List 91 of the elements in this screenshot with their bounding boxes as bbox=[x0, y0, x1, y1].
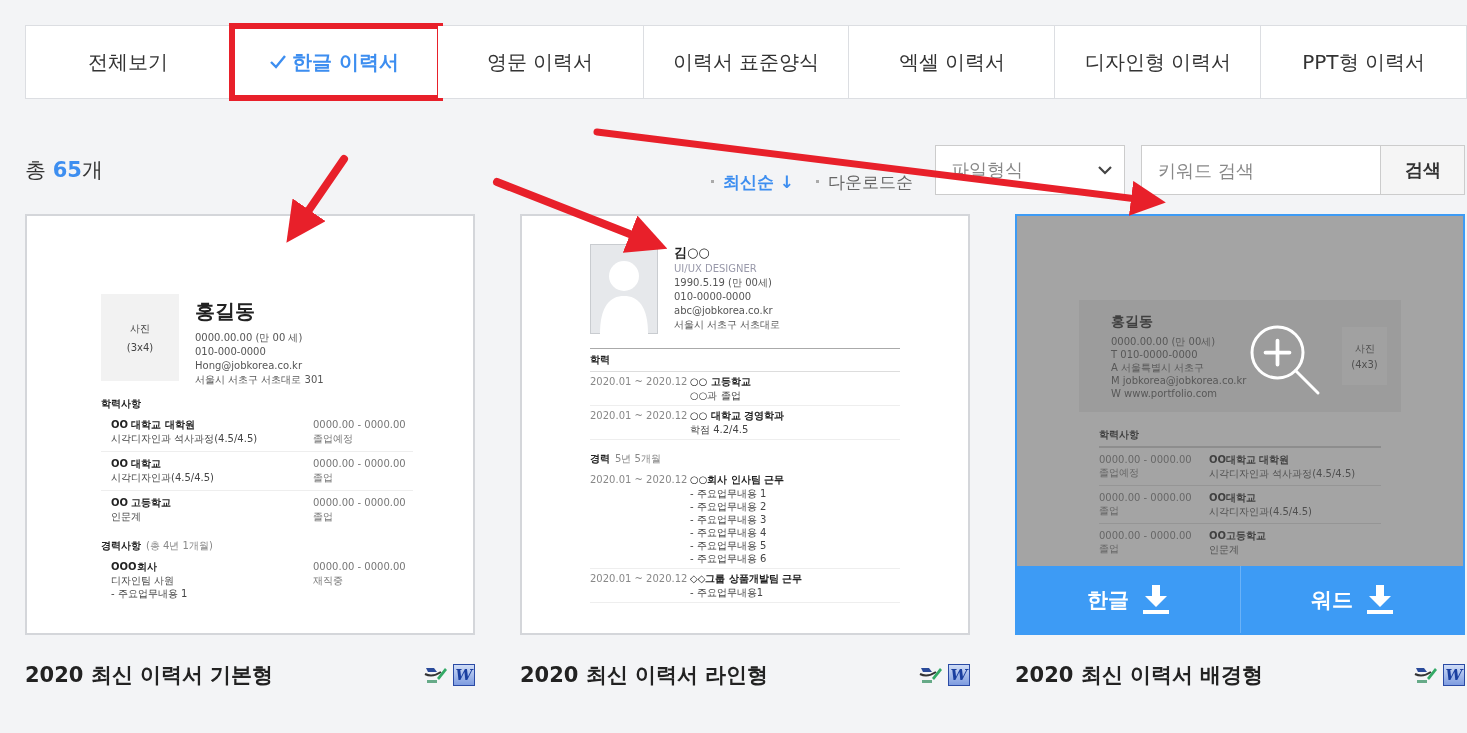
entry-date: 0000.00 - 0000.00 bbox=[313, 560, 407, 574]
entry-title: OO 고등학교 bbox=[111, 496, 172, 510]
section-heading: 경력사항 bbox=[101, 539, 141, 553]
entry-title: ○○ 고등학교 bbox=[690, 375, 751, 389]
resume-info: 1990.5.19 (만 00세) bbox=[674, 276, 773, 290]
entry-status: 졸업 bbox=[1099, 504, 1120, 517]
search-field[interactable]: 키워드 검색 bbox=[1141, 145, 1381, 195]
entry-date: 2020.01 ~ 2020.12 bbox=[590, 572, 689, 586]
resume-info: A 서울특별시 서초구 bbox=[1111, 360, 1206, 374]
resume-name: 김○○ bbox=[674, 244, 711, 262]
download-icon bbox=[1366, 584, 1393, 615]
entry-title: ○○회사 인사팀 근무 bbox=[690, 473, 785, 487]
search-button[interactable]: 검색 bbox=[1381, 145, 1465, 195]
entry-status: 졸업예정 bbox=[313, 432, 354, 446]
entry-detail: 시각디자인과 석사과정(4.5/4.5) bbox=[111, 432, 258, 445]
template-title[interactable]: 2020 최신 이력서 배경형 bbox=[1015, 661, 1264, 689]
check-icon bbox=[269, 55, 286, 69]
entry-status: 졸업 bbox=[313, 510, 334, 524]
resume-name: 홍길동 bbox=[1111, 312, 1154, 331]
entry-date: 2020.01 ~ 2020.12 bbox=[590, 375, 689, 389]
entry-detail: 디자인팀 사원 bbox=[111, 574, 176, 587]
entry-detail: - 주요업무내용1 bbox=[690, 586, 765, 599]
resume-info: Hong@jobkorea.co.kr bbox=[195, 359, 303, 373]
entry-title: OO대학교 bbox=[1209, 491, 1257, 505]
section-heading: 경력 bbox=[590, 452, 610, 466]
entry-detail: - 주요업무내용 1 bbox=[690, 487, 768, 500]
section-heading: 학력사항 bbox=[1099, 428, 1140, 442]
entry-title: OO 대학교 대학원 bbox=[111, 418, 196, 432]
entry-detail: - 주요업무내용 1 bbox=[111, 587, 188, 600]
entry-detail: - 주요업무내용 3 bbox=[690, 513, 768, 526]
entry-date: 0000.00 - 0000.00 bbox=[313, 496, 407, 510]
entry-title: ○○ 대학교 경영학과 bbox=[690, 409, 785, 423]
word-file-icon[interactable]: W bbox=[948, 664, 970, 686]
entry-detail: - 주요업무내용 4 bbox=[690, 526, 768, 539]
entry-date: 0000.00 - 0000.00 bbox=[1099, 453, 1193, 466]
resume-role: UI/UX DESIGNER bbox=[674, 262, 758, 276]
resume-info: T 010-0000-0000 bbox=[1111, 347, 1199, 361]
resume-info: 010-0000-0000 bbox=[674, 290, 753, 304]
resume-thumbnail[interactable] bbox=[25, 214, 475, 635]
section-note: 5년 5개월 bbox=[615, 452, 661, 466]
entry-date: 0000.00 - 0000.00 bbox=[313, 418, 407, 432]
entry-date: 0000.00 - 0000.00 bbox=[1099, 491, 1193, 504]
entry-detail: - 주요업무내용 2 bbox=[690, 500, 768, 513]
entry-title: OO대학교 대학원 bbox=[1209, 453, 1291, 467]
entry-detail: 시각디자인과(4.5/4.5) bbox=[111, 471, 214, 484]
template-title[interactable]: 2020 최신 이력서 라인형 bbox=[520, 661, 769, 689]
entry-detail: - 주요업무내용 6 bbox=[690, 552, 768, 565]
photo-placeholder: 사진 (4x3) bbox=[1342, 327, 1387, 385]
entry-date: 0000.00 - 0000.00 bbox=[1099, 529, 1193, 542]
entry-date: 2020.01 ~ 2020.12 bbox=[590, 473, 689, 487]
resume-thumbnail[interactable] bbox=[1015, 214, 1465, 635]
entry-detail: - 주요업무내용 5 bbox=[690, 539, 768, 552]
entry-title: OOO회사 bbox=[111, 560, 158, 574]
download-icon bbox=[1143, 584, 1170, 615]
photo-placeholder: 사진 (3x4) bbox=[101, 294, 179, 381]
resume-info: abc@jobkorea.co.kr bbox=[674, 304, 774, 318]
entry-title: OO고등학교 bbox=[1209, 529, 1266, 543]
resume-info: 0000.00.00 (만 00세) bbox=[1111, 334, 1217, 348]
entry-detail: 시각디자인과(4.5/4.5) bbox=[1209, 505, 1312, 518]
entry-status: 졸업 bbox=[1099, 542, 1120, 555]
entry-detail: 시각디자인과 석사과정(4.5/4.5) bbox=[1209, 467, 1356, 480]
entry-detail: 인문계 bbox=[1209, 543, 1240, 556]
resume-thumbnail[interactable] bbox=[520, 214, 970, 635]
entry-status: 재직중 bbox=[313, 574, 344, 588]
entry-date: 2020.01 ~ 2020.12 bbox=[590, 409, 689, 423]
entry-title: ◇◇그룹 상품개발팀 근무 bbox=[690, 572, 803, 586]
entry-detail: ○○과 졸업 bbox=[690, 389, 742, 402]
resume-info: 서울시 서초구 서초대로 301 bbox=[195, 373, 324, 387]
category-tab[interactable]: 영문 이력서 bbox=[437, 26, 644, 98]
section-heading: 학력 bbox=[590, 353, 610, 367]
entry-date: 0000.00 - 0000.00 bbox=[313, 457, 407, 471]
resume-info: M jobkorea@jobkorea.co.kr bbox=[1111, 373, 1247, 387]
total-count: 총 65개 bbox=[25, 157, 103, 184]
entry-detail: 학점 4.2/4.5 bbox=[690, 423, 750, 436]
word-file-icon[interactable]: W bbox=[453, 664, 475, 686]
resume-info: 0000.00.00 (만 00 세) bbox=[195, 331, 304, 345]
zoom-in-icon[interactable] bbox=[1249, 324, 1321, 396]
resume-info: W www.portfolio.com bbox=[1111, 386, 1219, 400]
entry-detail: 인문계 bbox=[111, 510, 142, 523]
template-title[interactable]: 2020 최신 이력서 기본형 bbox=[25, 661, 274, 689]
resume-info: 서울시 서초구 서초대로 bbox=[674, 318, 781, 332]
sort-link[interactable]: 다운로드순 bbox=[816, 171, 913, 194]
word-file-icon[interactable]: W bbox=[1443, 664, 1465, 686]
resume-info: 010-000-0000 bbox=[195, 345, 267, 359]
resume-name: 홍길동 bbox=[195, 298, 256, 325]
section-heading: 학력사항 bbox=[101, 397, 141, 411]
entry-status: 졸업예정 bbox=[1099, 466, 1140, 479]
section-note: (총 4년 1개월) bbox=[146, 539, 213, 553]
entry-status: 졸업 bbox=[313, 471, 334, 485]
chevron-down-icon bbox=[1098, 165, 1112, 175]
entry-title: OO 대학교 bbox=[111, 457, 163, 471]
